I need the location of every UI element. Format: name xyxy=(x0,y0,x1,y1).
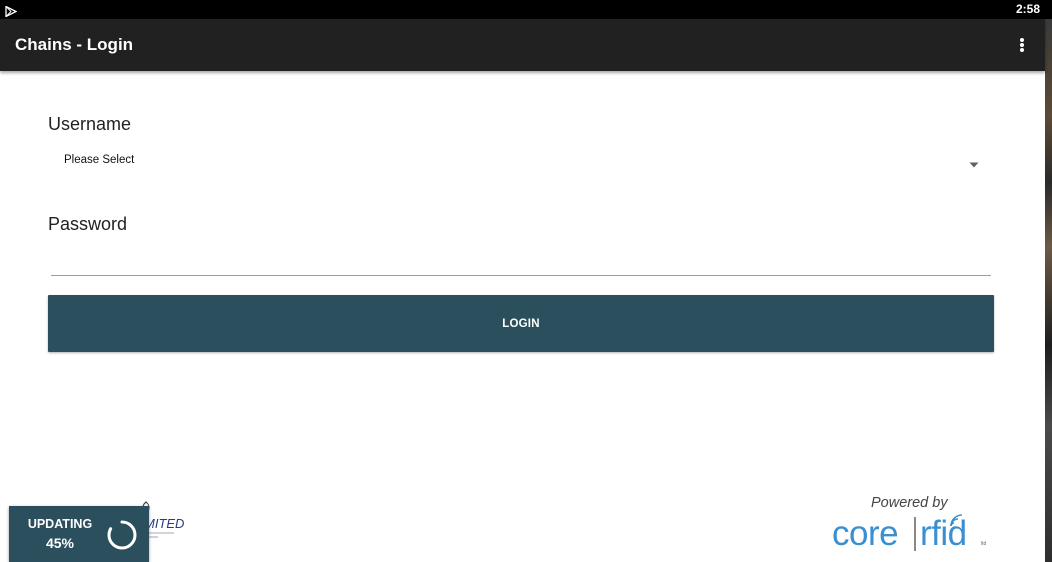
brand-core-text: core xyxy=(832,514,899,553)
powered-by-label: Powered by xyxy=(871,495,948,511)
login-button[interactable]: LOGIN xyxy=(48,295,994,352)
username-label: Username xyxy=(48,114,132,134)
username-select[interactable]: Please Select xyxy=(48,146,993,176)
progress-spinner-icon xyxy=(107,520,137,550)
corerfid-logo: core rfid ltd xyxy=(832,514,992,554)
status-bar: 2:58 xyxy=(0,0,1052,19)
background-edge xyxy=(1045,19,1052,562)
status-time: 2:58 xyxy=(1015,2,1040,16)
overflow-menu-button[interactable] xyxy=(1010,33,1034,57)
password-input[interactable] xyxy=(51,245,991,276)
login-screen: 2:58 Chains - Login Username Please Sele… xyxy=(0,0,1052,562)
update-toast: UPDATING 45% xyxy=(9,506,149,562)
more-vert-icon xyxy=(1020,38,1024,52)
dropdown-arrow-icon xyxy=(968,156,980,174)
app-bar: Chains - Login xyxy=(0,19,1045,71)
brand-separator xyxy=(914,517,916,551)
username-select-value: Please Select xyxy=(64,154,135,166)
brand-ltd-text: ltd xyxy=(981,541,987,547)
wireless-signal-icon xyxy=(950,514,963,527)
update-percent: 45% xyxy=(45,535,75,551)
app-title: Chains - Login xyxy=(15,35,134,54)
update-label: UPDATING xyxy=(27,517,93,531)
password-label: Password xyxy=(48,214,128,234)
company-logo-text: MITED xyxy=(144,516,185,531)
